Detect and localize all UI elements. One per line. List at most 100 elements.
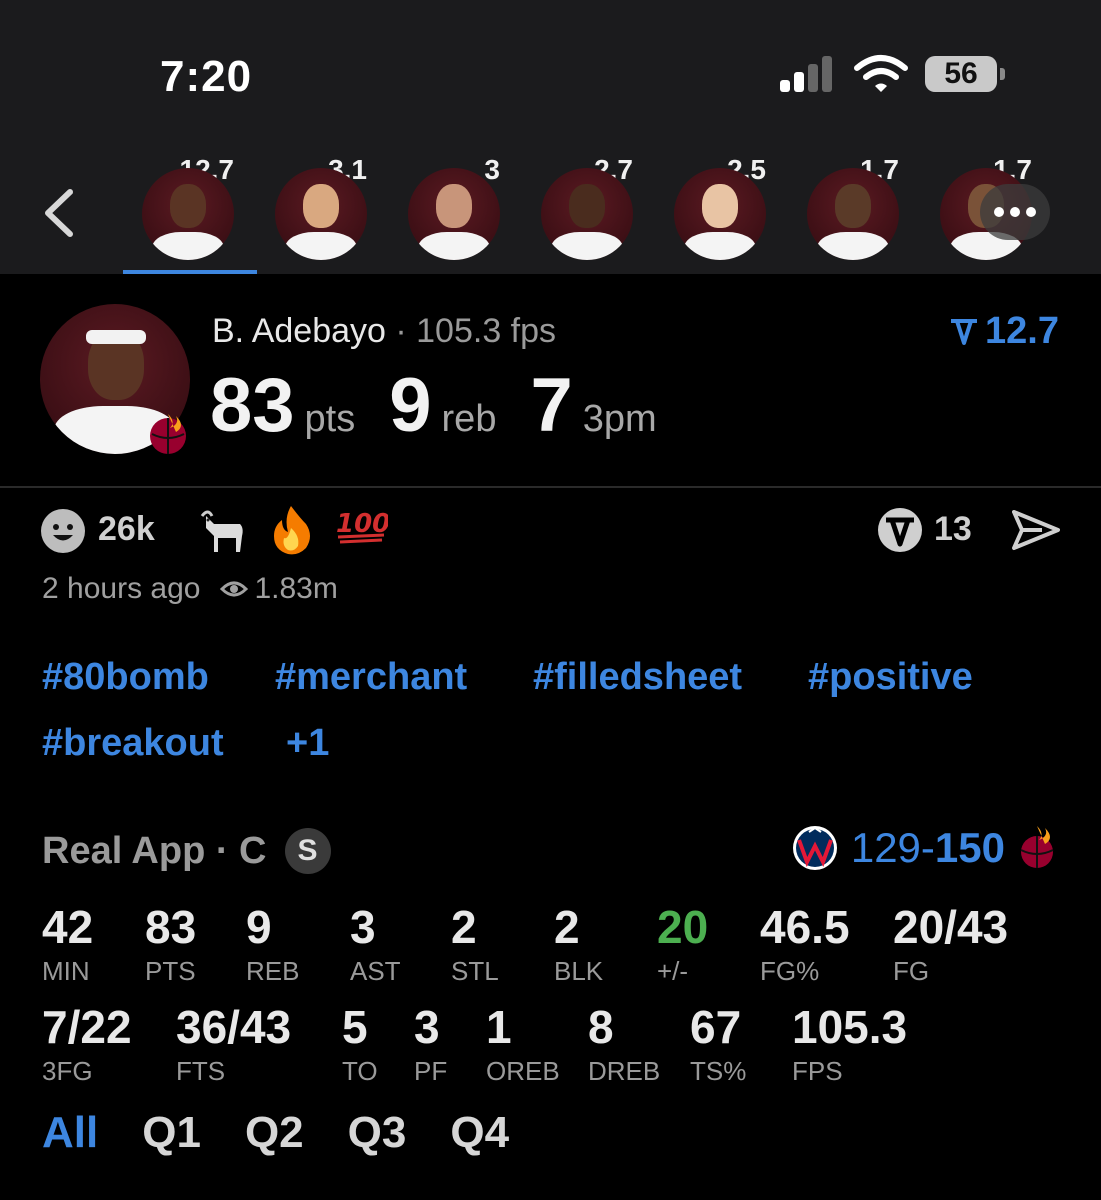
more-options-button[interactable]	[980, 184, 1050, 240]
stat-ts: 67 TS%	[690, 1000, 746, 1087]
player-strip: 12.7 3.1 3 2.7 2.5 1.7 1.7	[120, 150, 1101, 274]
smile-reaction-icon[interactable]	[40, 508, 86, 554]
eye-icon	[220, 581, 249, 597]
quarter-tabs: All Q1 Q2 Q3 Q4	[42, 1108, 509, 1158]
player-strip-item[interactable]: 12.7	[120, 150, 257, 274]
stat-label: MIN	[42, 956, 90, 986]
stat-stl: 2 STL	[451, 900, 499, 987]
stat-fg: 46.5 FG%	[760, 900, 850, 987]
stat-label: REB	[246, 956, 300, 986]
stat-label: TO	[342, 1056, 378, 1086]
status-time: 7:20	[160, 52, 253, 101]
view-count: 1.83m	[220, 572, 338, 606]
stat-label: +/-	[657, 956, 689, 986]
player-strip-avatar	[674, 168, 766, 260]
stat-oreb: 1 OREB	[486, 1000, 560, 1087]
headline-unit: 3pm	[582, 398, 657, 440]
game-score[interactable]: 129-150	[791, 824, 1057, 872]
goat-emoji-icon[interactable]	[196, 506, 246, 556]
stat-value: 42	[42, 901, 94, 953]
tab-q2[interactable]: Q2	[245, 1108, 304, 1158]
hundred-emoji-icon[interactable]: 100	[336, 504, 388, 544]
top-bar: 7:20 56 12.7 3.1 3 2.7 2.5 1.7 1.7	[0, 0, 1101, 274]
team-logo-icon	[150, 414, 186, 454]
source-label: Real App · C	[42, 829, 267, 872]
stat-value: 7/22	[42, 1001, 132, 1053]
stat-value: 36/43	[176, 1001, 292, 1053]
player-strip-avatar	[142, 168, 234, 260]
player-name[interactable]: B. Adebayo	[212, 312, 386, 350]
vote-icon[interactable]	[876, 506, 924, 554]
score-dash: -	[920, 824, 935, 871]
vote-count: 13	[934, 510, 972, 548]
stat-value: 105.3	[792, 1001, 908, 1053]
stat-label: PF	[414, 1056, 448, 1086]
stat-value: 9	[246, 901, 272, 953]
battery-indicator: 56	[925, 56, 1005, 92]
stat-to: 5 TO	[342, 1000, 378, 1087]
stat-value: 8	[588, 1001, 614, 1053]
stat-value: 20/43	[893, 901, 1009, 953]
player-name-line: B. Adebayo · 105.3 fps	[212, 312, 556, 351]
stat-value: 2	[451, 901, 477, 953]
tag-more[interactable]: +1	[286, 722, 329, 765]
player-strip-item[interactable]: 2.5	[652, 150, 786, 274]
headline-unit: pts	[304, 398, 356, 440]
stat-value: 20	[657, 901, 709, 953]
tag-breakout[interactable]: #breakout	[42, 722, 224, 765]
heat-logo-icon	[1020, 826, 1054, 868]
tag-80bomb[interactable]: #80bomb	[42, 656, 209, 699]
wifi-icon	[854, 55, 908, 92]
tab-q1[interactable]: Q1	[142, 1108, 201, 1158]
game-source: Real App · C S	[42, 828, 331, 874]
player-header: B. Adebayo · 105.3 fps 83 pts 9 reb 7 3pm 12.…	[0, 274, 1101, 488]
tab-all[interactable]: All	[42, 1108, 98, 1158]
headline-value: 9	[389, 363, 432, 448]
player-strip-item[interactable]: 3.1	[253, 150, 387, 274]
reaction-bar: 26k 100 13	[40, 504, 1060, 556]
stat-value: 3	[414, 1001, 440, 1053]
stat-fps: 105.3 FPS	[792, 1000, 907, 1087]
stat-3fg: 7/22 3FG	[42, 1000, 132, 1087]
player-strip-avatar	[541, 168, 633, 260]
stat-value: 67	[690, 1001, 742, 1053]
player-strip-avatar	[408, 168, 500, 260]
stat-fg: 20/43 FG	[893, 900, 1008, 987]
view-count-value: 1.83m	[254, 572, 338, 605]
stat-value: 1	[486, 1001, 512, 1053]
headline-stats: 83 pts 9 reb 7 3pm	[210, 362, 691, 449]
player-fps: 105.3 fps	[416, 312, 557, 350]
stat-: 20 +/-	[657, 900, 708, 987]
fire-emoji-icon[interactable]	[268, 504, 314, 556]
tag-positive[interactable]: #positive	[808, 656, 973, 699]
share-send-icon[interactable]	[1012, 508, 1060, 552]
player-strip-item[interactable]: 1.7	[785, 150, 919, 274]
stat-blk: 2 BLK	[554, 900, 603, 987]
stat-ast: 3 AST	[350, 900, 401, 987]
stat-label: AST	[350, 956, 401, 986]
stat-reb: 9 REB	[246, 900, 299, 987]
stat-value: 3	[350, 901, 376, 953]
stat-label: FTS	[176, 1056, 226, 1086]
away-score: 129	[850, 824, 921, 871]
stat-label: STL	[451, 956, 499, 986]
tag-filledsheet[interactable]: #filledsheet	[533, 656, 742, 699]
tab-q3[interactable]: Q3	[348, 1108, 407, 1158]
stat-value: 5	[342, 1001, 368, 1053]
headline-value: 83	[210, 363, 295, 448]
stat-pf: 3 PF	[414, 1000, 447, 1087]
player-strip-avatar	[807, 168, 899, 260]
stat-label: FG	[893, 956, 930, 986]
cellular-signal-icon	[780, 56, 840, 92]
name-separator: ·	[385, 312, 417, 350]
back-chevron-icon[interactable]	[40, 188, 80, 238]
tab-q4[interactable]: Q4	[450, 1108, 509, 1158]
player-strip-item[interactable]: 3	[386, 150, 520, 274]
home-score: 150	[934, 824, 1005, 871]
time-ago: 2 hours ago	[42, 572, 201, 605]
stat-label: BLK	[554, 956, 604, 986]
player-strip-item[interactable]: 2.7	[519, 150, 653, 274]
stat-label: FG%	[760, 956, 820, 986]
top-score[interactable]: 12.7	[949, 310, 1059, 353]
tag-merchant[interactable]: #merchant	[275, 656, 467, 699]
